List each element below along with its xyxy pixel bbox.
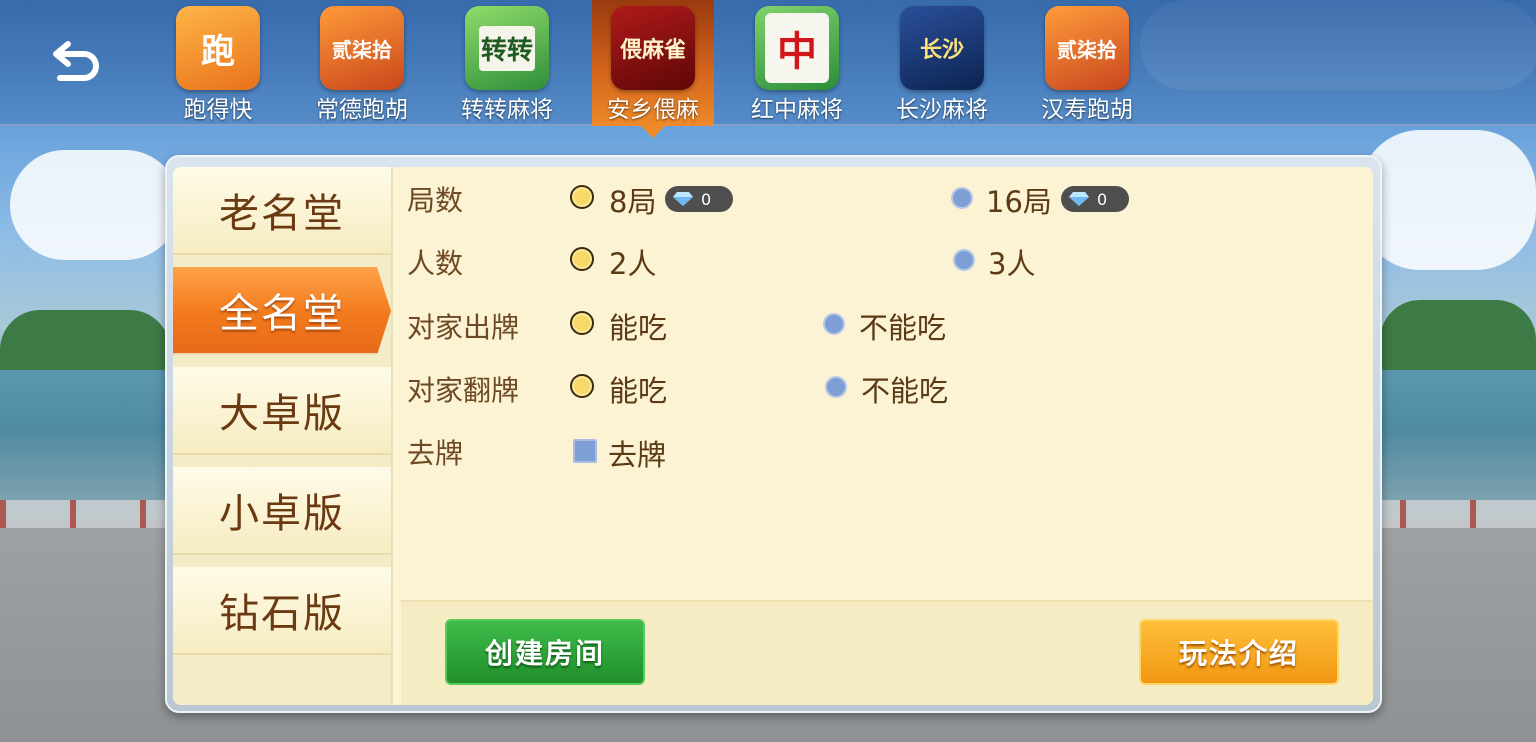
rounds-8-option[interactable]: 8局 (609, 179, 656, 221)
game-selector-bar: 跑 跑得快 贰柒拾 常德跑胡 转转 转转麻将 偎麻雀 安乡偎麻 中 红中麻将 长… (0, 0, 1536, 138)
game-tab-paodekuai[interactable]: 跑 跑得快 (157, 0, 279, 126)
cost-value: 0 (1097, 189, 1108, 209)
opponent-flip-label: 对家翻牌 (407, 374, 520, 407)
opponent-flip-cannot-eat-radio[interactable] (825, 376, 847, 398)
opponent-discard-label: 对家出牌 (407, 311, 520, 344)
version-tab-xiaozhuoban[interactable]: 小卓版 (173, 467, 391, 555)
changde-paohu-icon: 贰柒拾 (320, 6, 404, 90)
version-tab-laomingtang[interactable]: 老名堂 (173, 167, 391, 255)
players-3-radio[interactable] (953, 249, 975, 271)
game-tab-changsha-mahjong[interactable]: 长沙 长沙麻将 (881, 0, 1003, 126)
opponent-discard-cannot-eat-option[interactable]: 不能吃 (859, 305, 946, 347)
version-tab-quanmingtang[interactable]: 全名堂 (173, 267, 391, 355)
opponent-discard-can-eat-option[interactable]: 能吃 (609, 305, 667, 347)
opponent-flip-can-eat-option[interactable]: 能吃 (609, 368, 667, 410)
hanshou-paohu-icon: 贰柒拾 (1045, 6, 1129, 90)
opponent-discard-cannot-eat-radio[interactable] (823, 313, 845, 335)
opponent-flip-can-eat-radio[interactable] (570, 374, 594, 398)
room-settings-panel: 老名堂 全名堂 大卓版 小卓版 钻石版 局数 8局 0 16局 0 人数 2人 … (165, 155, 1382, 713)
anxiang-weima-icon: 偎麻雀 (611, 6, 695, 90)
remove-cards-option[interactable]: 去牌 (608, 432, 666, 474)
opponent-flip-cannot-eat-option[interactable]: 不能吃 (861, 368, 948, 410)
rounds-label: 局数 (407, 184, 464, 217)
game-tab-label: 转转麻将 (461, 97, 553, 123)
game-tab-anxiang-weima[interactable]: 偎麻雀 安乡偎麻 (592, 0, 714, 138)
rounds-16-radio[interactable] (951, 187, 973, 209)
game-tab-label: 汉寿跑胡 (1041, 97, 1133, 123)
changsha-mahjong-icon: 长沙 (900, 6, 984, 90)
opponent-discard-can-eat-radio[interactable] (570, 311, 594, 335)
remove-cards-label: 去牌 (407, 437, 464, 470)
diamond-icon (1069, 192, 1089, 206)
rounds-16-option[interactable]: 16局 (986, 179, 1052, 221)
rules-intro-button[interactable]: 玩法介绍 (1139, 619, 1339, 685)
back-button[interactable] (48, 36, 104, 86)
rounds-8-radio[interactable] (570, 185, 594, 209)
game-tab-label: 安乡偎麻 (607, 97, 699, 123)
version-tab-zuanshiban[interactable]: 钻石版 (173, 567, 391, 655)
players-2-radio[interactable] (570, 247, 594, 271)
game-tab-label: 跑得快 (183, 97, 253, 123)
players-2-option[interactable]: 2人 (609, 241, 656, 283)
game-tab-zhuanzhuan-mahjong[interactable]: 转转 转转麻将 (446, 0, 568, 126)
paodekuai-icon: 跑 (176, 6, 260, 90)
game-tab-label: 常德跑胡 (316, 97, 408, 123)
hongzhong-mahjong-icon: 中 (755, 6, 839, 90)
version-tab-dazhuoban[interactable]: 大卓版 (173, 367, 391, 455)
game-tab-hanshou-paohu[interactable]: 贰柒拾 汉寿跑胡 (1026, 0, 1148, 126)
zhuanzhuan-mahjong-icon: 转转 (465, 6, 549, 90)
version-tab-list: 老名堂 全名堂 大卓版 小卓版 钻石版 (173, 167, 393, 705)
room-settings-content: 老名堂 全名堂 大卓版 小卓版 钻石版 局数 8局 0 16局 0 人数 2人 … (173, 167, 1373, 705)
players-label: 人数 (407, 247, 464, 280)
diamond-icon (673, 192, 693, 206)
back-arrow-icon (53, 41, 99, 81)
players-3-option[interactable]: 3人 (988, 241, 1035, 283)
create-room-button[interactable]: 创建房间 (445, 619, 645, 685)
game-tab-label: 长沙麻将 (896, 97, 988, 123)
cost-value: 0 (701, 189, 712, 209)
game-tab-changde-paohu[interactable]: 贰柒拾 常德跑胡 (301, 0, 423, 126)
remove-cards-checkbox[interactable] (573, 439, 597, 463)
rounds-16-cost-badge: 0 (1061, 186, 1129, 212)
rounds-8-cost-badge: 0 (665, 186, 733, 212)
game-tab-hongzhong-mahjong[interactable]: 中 红中麻将 (736, 0, 858, 126)
game-tab-label: 红中麻将 (751, 97, 843, 123)
